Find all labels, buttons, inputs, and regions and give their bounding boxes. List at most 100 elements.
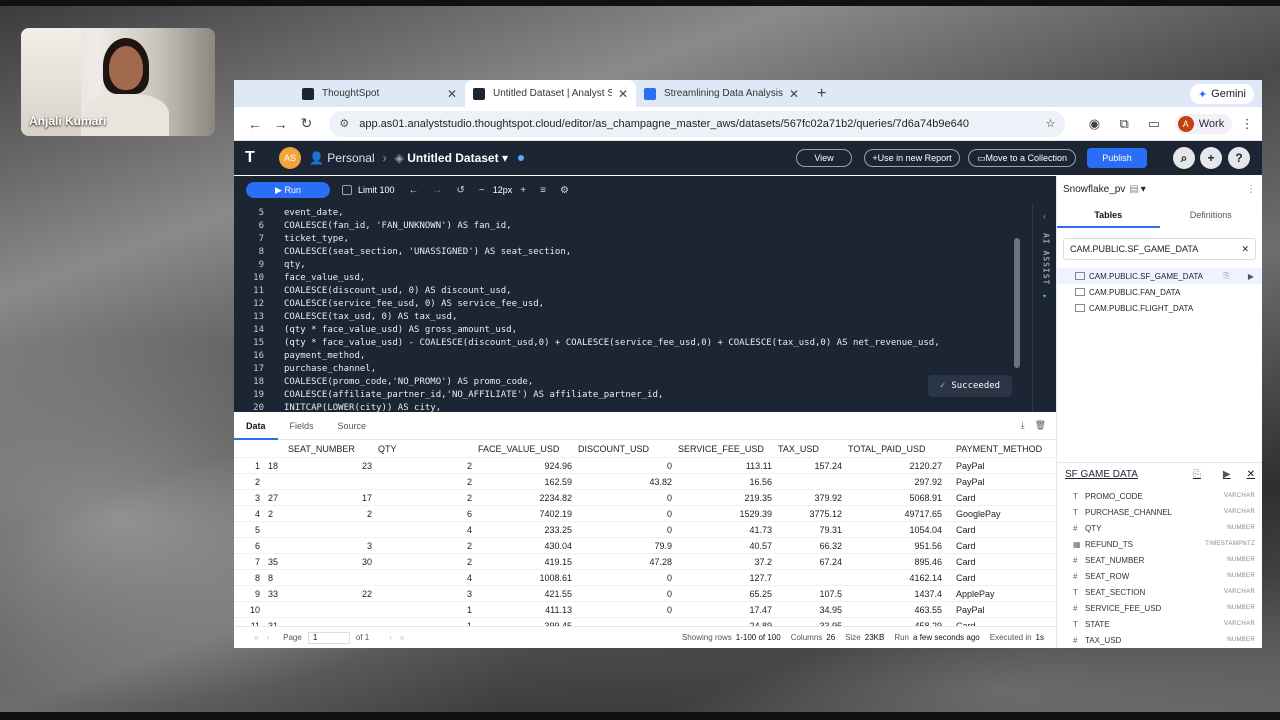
- table-cell[interactable]: GooglePay: [948, 509, 1048, 519]
- code-line[interactable]: 13 COALESCE(tax_usd, 0) AS tax_usd,: [234, 310, 1056, 323]
- column-header[interactable]: SERVICE_FEE_USD: [678, 444, 778, 454]
- table-cell[interactable]: 162.59: [478, 477, 578, 487]
- table-cell[interactable]: 297.92: [848, 477, 948, 487]
- table-cell[interactable]: 49717.65: [848, 509, 948, 519]
- table-cell[interactable]: 107.5: [778, 589, 848, 599]
- last-page-icon[interactable]: »: [400, 633, 404, 642]
- new-tab-button[interactable]: +: [817, 85, 826, 103]
- table-cell[interactable]: 0: [578, 493, 678, 503]
- user-avatar[interactable]: AS: [279, 147, 301, 169]
- close-tab-icon[interactable]: ✕: [789, 87, 799, 101]
- field-list-item[interactable]: # SERVICE_FEE_USD NUMBER: [1057, 600, 1262, 616]
- prev-page-icon[interactable]: ‹: [266, 633, 269, 642]
- gemini-button[interactable]: ✦ Gemini: [1189, 84, 1254, 104]
- table-cell[interactable]: 65.25: [678, 589, 778, 599]
- undo-arrow-icon[interactable]: ←: [409, 185, 419, 196]
- table-cell[interactable]: 0: [578, 509, 678, 519]
- table-cell[interactable]: 33: [264, 589, 288, 599]
- page-input[interactable]: 1: [307, 631, 350, 644]
- run-button[interactable]: ▶ Run: [246, 182, 330, 198]
- table-cell[interactable]: PayPal: [948, 605, 1048, 615]
- table-cell[interactable]: 233.25: [478, 525, 578, 535]
- table-cell[interactable]: 3: [378, 589, 478, 599]
- table-cell[interactable]: 41.73: [678, 525, 778, 535]
- font-increase-button[interactable]: +: [520, 185, 526, 196]
- table-cell[interactable]: PayPal: [948, 461, 1048, 471]
- ai-assist-panel-toggle[interactable]: ‹ AI ASSIST ✦: [1032, 204, 1056, 412]
- play-icon[interactable]: ▶: [1248, 272, 1254, 281]
- table-cell[interactable]: 40.57: [678, 541, 778, 551]
- code-line[interactable]: 9 qty,: [234, 258, 1056, 271]
- table-cell[interactable]: 79.31: [778, 525, 848, 535]
- use-in-new-report-button[interactable]: + Use in new Report: [864, 149, 960, 167]
- table-cell[interactable]: 2: [288, 509, 378, 519]
- field-list-item[interactable]: T SEAT_SECTION VARCHAR: [1057, 584, 1262, 600]
- table-cell[interactable]: 4162.14: [848, 573, 948, 583]
- clear-search-icon[interactable]: ✕: [1241, 244, 1249, 255]
- code-line[interactable]: 8 COALESCE(seat_section, 'UNASSIGNED') AS…: [234, 245, 1056, 258]
- field-list-item[interactable]: T PURCHASE_CHANNEL VARCHAR: [1057, 504, 1262, 520]
- table-cell[interactable]: 3775.12: [778, 509, 848, 519]
- code-line[interactable]: 11 COALESCE(discount_usd, 0) AS discount_…: [234, 284, 1056, 297]
- table-cell[interactable]: 2: [378, 477, 478, 487]
- table-cell[interactable]: 0: [578, 461, 678, 471]
- code-line[interactable]: 5 event_date,: [234, 206, 1056, 219]
- copy-icon[interactable]: ⎘: [1193, 469, 1201, 480]
- table-cell[interactable]: 4: [378, 525, 478, 535]
- redo-arrow-icon[interactable]: →: [433, 185, 443, 196]
- more-options-icon[interactable]: ⋮: [1246, 184, 1256, 195]
- table-cell[interactable]: 7402.19: [478, 509, 578, 519]
- table-cell[interactable]: 379.92: [778, 493, 848, 503]
- schema-title[interactable]: SF GAME DATA: [1065, 469, 1138, 480]
- column-header[interactable]: TOTAL_PAID_USD: [848, 444, 948, 454]
- table-cell[interactable]: 0: [578, 573, 678, 583]
- code-line[interactable]: 6 COALESCE(fan_id, 'FAN_UNKNOWN') AS fan_…: [234, 219, 1056, 232]
- table-cell[interactable]: Card: [948, 493, 1048, 503]
- table-cell[interactable]: 1437.4: [848, 589, 948, 599]
- table-cell[interactable]: 18: [264, 461, 288, 471]
- field-list-item[interactable]: ▦ REFUND_TS TIMESTAMPNTZ: [1057, 536, 1262, 552]
- table-cell[interactable]: Card: [948, 525, 1048, 535]
- table-list-item[interactable]: CAM.PUBLIC.FAN_DATA: [1057, 284, 1262, 300]
- forward-arrow-icon[interactable]: →: [268, 116, 294, 132]
- close-icon[interactable]: ✕: [1247, 469, 1255, 480]
- table-cell[interactable]: 924.96: [478, 461, 578, 471]
- font-decrease-button[interactable]: −: [479, 185, 485, 196]
- extension-icon[interactable]: ◉: [1079, 116, 1109, 132]
- table-cell[interactable]: 2: [378, 461, 478, 471]
- table-row[interactable]: 9 33 22 3 421.55 0 65.25 107.5 1437.4 ApplePay: [234, 586, 1056, 602]
- code-line[interactable]: 16 payment_method,: [234, 349, 1056, 362]
- format-icon[interactable]: ≡: [540, 185, 546, 196]
- table-row[interactable]: 7 35 30 2 419.15 47.28 37.2 67.24 895.46 Card: [234, 554, 1056, 570]
- copy-icon[interactable]: ⎘: [1223, 271, 1229, 281]
- table-cell[interactable]: 35: [264, 557, 288, 567]
- table-row[interactable]: 6 3 2 430.04 79.9 40.57 66.32 951.56 Card: [234, 538, 1056, 554]
- collapse-chevron-icon[interactable]: ‹: [1033, 212, 1056, 221]
- browser-tab[interactable]: ThoughtSpot ✕: [294, 80, 465, 107]
- profile-button[interactable]: A Work: [1174, 113, 1233, 134]
- table-cell[interactable]: 2120.27: [848, 461, 948, 471]
- download-icon[interactable]: ⤓: [1021, 420, 1025, 431]
- table-cell[interactable]: 2: [264, 509, 288, 519]
- table-cell[interactable]: 411.13: [478, 605, 578, 615]
- table-cell[interactable]: 4: [378, 573, 478, 583]
- code-line[interactable]: 17 purchase_channel,: [234, 362, 1056, 375]
- table-cell[interactable]: 1008.61: [478, 573, 578, 583]
- tab-fields[interactable]: Fields: [278, 412, 326, 440]
- table-cell[interactable]: 951.56: [848, 541, 948, 551]
- next-page-icon[interactable]: ›: [389, 633, 392, 642]
- history-icon[interactable]: ↺: [457, 185, 465, 196]
- tab-definitions[interactable]: Definitions: [1160, 202, 1263, 228]
- table-cell[interactable]: 113.11: [678, 461, 778, 471]
- field-list-item[interactable]: # SEAT_NUMBER NUMBER: [1057, 552, 1262, 568]
- table-cell[interactable]: 17.47: [678, 605, 778, 615]
- table-cell[interactable]: 157.24: [778, 461, 848, 471]
- table-cell[interactable]: 43.82: [578, 477, 678, 487]
- table-cell[interactable]: 2: [378, 557, 478, 567]
- publish-button[interactable]: Publish: [1087, 148, 1147, 168]
- connection-selector[interactable]: Snowflake_pv ▤ ▾ ⋮: [1057, 176, 1262, 202]
- column-header[interactable]: FACE_VALUE_USD: [478, 444, 578, 454]
- column-header[interactable]: PAYMENT_METHOD: [948, 444, 1048, 454]
- sparkle-icon[interactable]: ✦: [1033, 291, 1056, 300]
- tab-source[interactable]: Source: [326, 412, 379, 440]
